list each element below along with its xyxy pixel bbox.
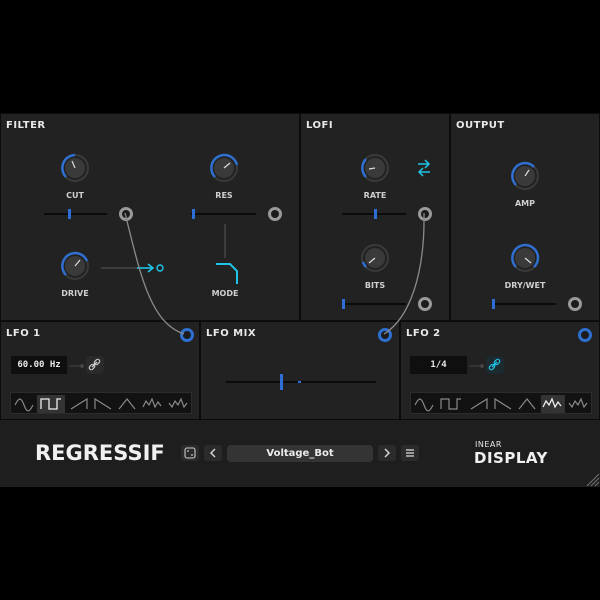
brand-top: INEAR [475,440,502,449]
lfo1-waveform-selector[interactable] [10,392,192,414]
dice-icon[interactable] [181,445,199,461]
link-icon[interactable] [86,356,104,374]
chevron-left-icon[interactable] [204,445,222,461]
regressif-logo: REGRESSIF [35,441,165,465]
link-icon[interactable] [486,356,504,374]
brand-bottom: DISPLAY [474,449,548,467]
resize-grip-icon[interactable] [583,470,600,487]
plugin-window: FILTER CUT RES DRIVE MODE LOFI RATE BITS… [0,113,600,487]
lfo-mix-center-mark [298,381,301,383]
menu-icon[interactable] [401,445,419,461]
lfo-mix-thumb[interactable] [280,374,283,390]
preset-selector[interactable]: Voltage_Bot [227,445,373,462]
lfo2-waveform-selector[interactable] [410,392,592,414]
lfo1-rate-field[interactable]: 60.00 Hz [11,356,67,374]
lfo-mix-slider[interactable] [226,374,376,390]
footer-bar: REGRESSIF Voltage_Bot INEAR DISPLAY [0,420,600,487]
lfo2-waveform-icons[interactable] [411,393,593,415]
lfo2-link-connector [469,364,484,368]
lfo1-waveform-icons[interactable] [11,393,193,415]
lfo2-rate-field[interactable]: 1/4 [410,356,467,374]
modulation-cables [124,212,425,335]
lfo1-link-connector [69,364,84,368]
chevron-right-icon[interactable] [378,445,396,461]
